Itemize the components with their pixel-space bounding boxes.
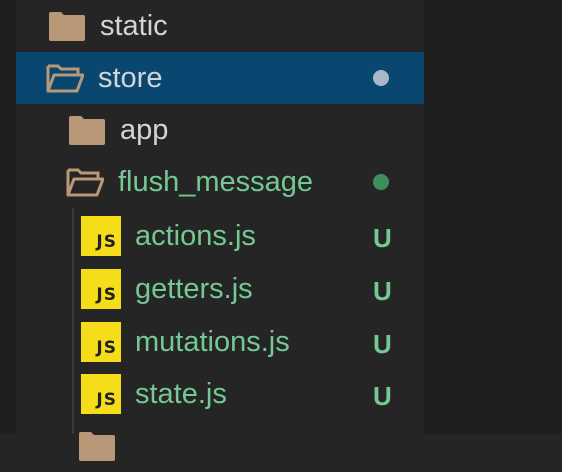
js-file-icon: JS <box>81 269 121 309</box>
tree-item-label: app <box>120 113 169 146</box>
folder-closed-icon <box>69 116 105 145</box>
tree-item-flush-message[interactable]: flush_message <box>16 156 424 208</box>
folder-open-icon <box>66 168 104 197</box>
modified-dot <box>373 174 389 190</box>
tree-item-label: static <box>100 9 168 42</box>
tree-item-label: state.js <box>135 377 227 410</box>
tree-item-mutations-js[interactable]: JS mutations.js <box>16 316 424 368</box>
tree-item-label: mutations.js <box>135 325 290 358</box>
tree-item-app[interactable]: app <box>16 104 424 156</box>
js-file-icon: JS <box>81 216 121 256</box>
git-status-untracked: U <box>373 381 392 411</box>
tree-item-static[interactable]: static <box>16 0 424 52</box>
modified-dot <box>373 70 389 86</box>
tree-item-label: store <box>98 61 163 94</box>
file-explorer-tree: static store app flush_message JS action… <box>16 0 424 461</box>
git-status-untracked: U <box>373 223 392 253</box>
tree-item-partial[interactable] <box>16 420 424 472</box>
js-file-icon: JS <box>81 322 121 362</box>
git-status-untracked: U <box>373 329 392 359</box>
folder-closed-icon <box>79 432 115 461</box>
tree-item-label: getters.js <box>135 272 253 305</box>
js-file-icon: JS <box>81 374 121 414</box>
tree-item-state-js[interactable]: JS state.js <box>16 368 424 420</box>
tree-item-label: flush_message <box>118 165 314 198</box>
tree-item-actions-js[interactable]: JS actions.js <box>16 210 424 262</box>
git-status-untracked: U <box>373 276 392 306</box>
folder-closed-icon <box>49 12 85 41</box>
tree-item-getters-js[interactable]: JS getters.js <box>16 263 424 315</box>
tree-item-store[interactable]: store <box>16 52 424 104</box>
tree-item-label: actions.js <box>135 219 256 252</box>
editor-area <box>424 0 562 434</box>
activity-bar-edge <box>0 0 16 434</box>
folder-open-icon <box>46 64 84 93</box>
